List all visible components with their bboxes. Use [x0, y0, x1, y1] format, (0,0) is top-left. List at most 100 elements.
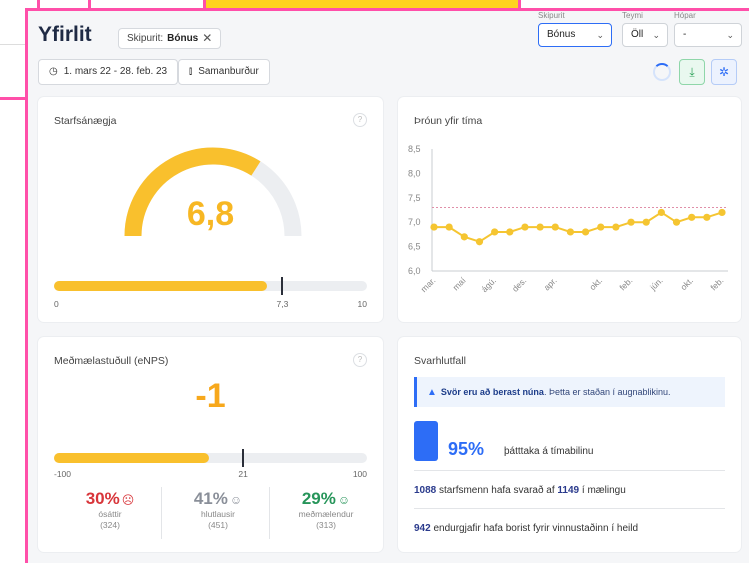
- hopar-select[interactable]: - ⌄: [674, 23, 742, 47]
- teymi-select[interactable]: Öll ⌄: [622, 23, 668, 47]
- page-title: Yfirlit: [38, 23, 92, 46]
- y-tick-label: 8,5: [408, 144, 421, 154]
- data-point: [536, 223, 544, 231]
- data-point: [612, 223, 620, 231]
- passives-label: hlutlausir: [200, 509, 236, 519]
- y-tick-label: 7,0: [408, 217, 421, 227]
- satisfaction-card: Starfsánægja ? 6,8 0 7,3 10: [38, 97, 383, 322]
- data-point: [491, 228, 499, 236]
- help-icon[interactable]: ?: [353, 113, 367, 127]
- feedback-line: 942 endurgjafir hafa borist fyrir vinnus…: [414, 523, 638, 534]
- x-tick-label: des.: [510, 275, 528, 293]
- x-tick-label: mar.: [419, 275, 438, 294]
- respondents-line: 1088 starfsmenn hafa svarað af 1149 í mæ…: [414, 485, 626, 496]
- skipurit-select-value: Bónus: [547, 29, 576, 40]
- x-tick-label: ágú.: [479, 275, 498, 294]
- response-card: Svarhlutfall ▲ Svör eru að berast núna. Þ…: [398, 337, 741, 552]
- dashboard-header: Yfirlit Skipurit: Bónus ✕ Skipurit Bónus…: [38, 11, 742, 57]
- participation-text: þátttaka á tímabilinu: [504, 446, 594, 457]
- enps-min-label: -100: [54, 469, 72, 479]
- data-point: [566, 228, 575, 236]
- enps-bar: [54, 449, 367, 467]
- bar-chart-icon: ⫾: [189, 66, 193, 77]
- compare-button[interactable]: ⫾ Samanburður: [178, 59, 270, 85]
- warning-icon: ▲: [427, 387, 437, 398]
- respondents-total: 1149: [557, 485, 580, 496]
- skipurit-select[interactable]: Bónus ⌄: [538, 23, 612, 47]
- passives-pct: 41%: [193, 489, 228, 508]
- satisfaction-title: Starfsánægja: [54, 115, 117, 127]
- date-range-button[interactable]: ◷ 1. mars 22 - 28. feb. 23: [38, 59, 179, 85]
- data-point: [627, 218, 635, 226]
- background-highlight-edge: [88, 0, 92, 8]
- skipurit-select-label: Skipurit: [538, 11, 565, 20]
- satisfaction-min-label: 0: [54, 299, 59, 309]
- download-icon: ⤓: [689, 65, 695, 79]
- satisfaction-bar-fill: [54, 281, 267, 291]
- data-point: [657, 208, 665, 217]
- benchmark-marker: [281, 277, 284, 295]
- feedback-count: 942: [414, 523, 431, 534]
- chevron-down-icon: ⌄: [726, 30, 734, 40]
- y-tick-label: 8,0: [408, 168, 421, 178]
- loading-spinner-icon: [653, 63, 671, 81]
- stat-divider: [161, 487, 162, 539]
- trend-card: Þróun yfir tíma 8,5 8,0 7,5 7,0 6,5 6,0 mar. ma…: [398, 97, 741, 322]
- data-point: [718, 208, 726, 217]
- promoters-count: (313): [316, 520, 336, 530]
- enps-card: Meðmælastuðull (eNPS) ? -1 -100 21 100 3…: [38, 337, 383, 552]
- enps-marker: [242, 449, 245, 467]
- promoters-label: meðmælendur: [298, 509, 354, 519]
- filter-chip-value: Bónus: [167, 33, 199, 44]
- x-tick-label: apr.: [542, 275, 559, 292]
- help-icon[interactable]: ?: [353, 353, 367, 367]
- satisfaction-bar: [54, 277, 367, 295]
- satisfaction-max-label: 10: [357, 299, 367, 309]
- export-button[interactable]: ⤓: [679, 59, 705, 85]
- data-point: [642, 218, 650, 226]
- enps-title: Meðmælastuðull (eNPS): [54, 355, 169, 367]
- detractors-pct: 30%: [85, 489, 120, 508]
- x-tick-label: okt.: [587, 275, 604, 292]
- passives-count: (451): [208, 520, 228, 530]
- sad-face-icon: ☹: [121, 493, 135, 507]
- hopar-select-label: Hópar: [674, 11, 696, 20]
- enps-max-label: 100: [352, 469, 367, 479]
- date-range-label: 1. mars 22 - 28. feb. 23: [63, 66, 168, 77]
- feedback-text: endurgjafir hafa borist fyrir vinnustaði…: [430, 523, 639, 534]
- hopar-select-value: -: [683, 29, 687, 40]
- info-alert-bold: Svör eru að berast núna: [440, 387, 544, 397]
- teymi-select-label: Teymi: [622, 11, 643, 20]
- respondents-mid: starfsmenn hafa svarað af: [436, 485, 558, 496]
- respondents-end: í mælingu: [579, 485, 626, 496]
- teymi-select-value: Öll: [631, 29, 644, 40]
- sparkle-icon: ✲: [718, 65, 730, 79]
- y-tick-label: 7,5: [408, 193, 421, 203]
- promoters-pct: 29%: [301, 489, 336, 508]
- data-point: [460, 233, 468, 241]
- satisfaction-benchmark-label: 7,3: [276, 299, 289, 309]
- filter-chip-skipurit[interactable]: Skipurit: Bónus ✕: [118, 28, 222, 49]
- x-tick-label: jún.: [647, 275, 664, 292]
- divider: [414, 508, 725, 509]
- dashboard-toolbar: ◷ 1. mars 22 - 28. feb. 23 ⫾ Samanburður…: [38, 59, 739, 87]
- enps-value: -1: [195, 377, 226, 415]
- detractors-label: ósáttir: [98, 509, 122, 519]
- neutral-face-icon: ☺: [229, 493, 243, 507]
- enps-marker-label: 21: [238, 469, 248, 479]
- settings-button[interactable]: ✲: [711, 59, 737, 85]
- dashboard-panel: Yfirlit Skipurit: Bónus ✕ Skipurit Bónus…: [25, 8, 749, 563]
- close-icon[interactable]: ✕: [202, 29, 212, 48]
- trend-line: [434, 211, 723, 243]
- enps-bar-fill: [54, 453, 209, 463]
- data-point: [445, 223, 453, 231]
- participation-pct: 95%: [448, 439, 485, 459]
- clock-icon: ◷: [49, 66, 58, 77]
- compare-label: Samanburður: [198, 66, 259, 77]
- participation-indicator: [414, 421, 438, 461]
- stat-divider: [269, 487, 270, 539]
- respondents-count: 1088: [414, 485, 437, 496]
- data-point: [581, 228, 590, 236]
- data-point: [688, 213, 696, 221]
- response-title: Svarhlutfall: [414, 355, 466, 367]
